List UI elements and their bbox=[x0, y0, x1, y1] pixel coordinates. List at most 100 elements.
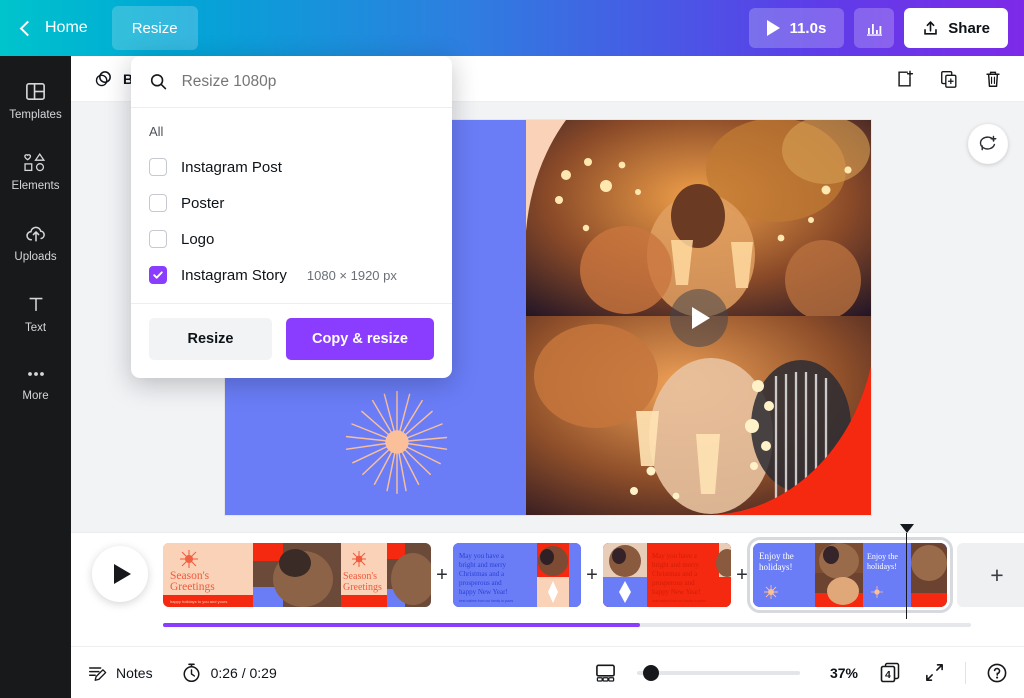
analytics-button[interactable] bbox=[854, 8, 895, 48]
svg-text:Enjoy the: Enjoy the bbox=[867, 552, 898, 561]
sidebar-item-text[interactable]: Text bbox=[0, 283, 71, 344]
svg-text:best wishes from our family to: best wishes from our family to yours bbox=[459, 599, 513, 603]
duration-play-button[interactable]: 11.0s bbox=[748, 8, 845, 48]
resize-option-instagram-story[interactable]: Instagram Story 1080 × 1920 px bbox=[131, 257, 452, 293]
sidebar-item-label: Templates bbox=[9, 109, 62, 121]
bar-chart-icon bbox=[866, 23, 882, 36]
slide-media-column bbox=[526, 120, 871, 515]
timeline-clip-4[interactable]: Enjoy the holidays! Enjoy the holidays! bbox=[747, 537, 953, 613]
insert-clip-after-2[interactable]: + bbox=[581, 564, 603, 587]
svg-text:bright and merry: bright and merry bbox=[459, 561, 507, 569]
resize-confirm-button[interactable]: Resize bbox=[149, 318, 272, 360]
timer-display[interactable]: 0:26 / 0:29 bbox=[181, 662, 277, 683]
insert-clip-after-3[interactable]: + bbox=[731, 564, 753, 587]
resize-button[interactable]: Resize bbox=[111, 6, 198, 50]
resize-dropdown-actions: Resize Copy & resize bbox=[131, 303, 452, 378]
home-button[interactable]: Home bbox=[0, 8, 104, 48]
checkbox-unchecked-icon[interactable] bbox=[149, 158, 167, 176]
add-page-tile[interactable]: + bbox=[957, 543, 1024, 607]
duplicate-page-button[interactable] bbox=[934, 64, 964, 94]
ellipsis-icon bbox=[27, 372, 44, 376]
share-label: Share bbox=[948, 19, 990, 37]
play-icon bbox=[692, 306, 710, 329]
playhead-line bbox=[906, 533, 907, 619]
add-page-button[interactable] bbox=[890, 64, 920, 94]
checkbox-checked-icon[interactable] bbox=[149, 266, 167, 284]
sidebar-item-label: Uploads bbox=[14, 251, 57, 263]
check-icon bbox=[153, 271, 163, 279]
top-bar: Home Resize 11.0s Share bbox=[0, 0, 1024, 56]
sidebar-item-label: Elements bbox=[11, 180, 60, 192]
resize-search-input[interactable] bbox=[181, 72, 434, 91]
timeline-clip-2[interactable]: May you have a bright and merry Christma… bbox=[453, 543, 581, 607]
delete-page-button[interactable] bbox=[978, 64, 1008, 94]
templates-grid-icon bbox=[26, 83, 45, 100]
media-top-frame bbox=[526, 120, 871, 316]
pages-count-button[interactable]: 4 bbox=[878, 661, 904, 685]
add-comment-icon bbox=[979, 135, 996, 150]
resize-group-label: All bbox=[149, 124, 164, 139]
checkbox-unchecked-icon[interactable] bbox=[149, 194, 167, 212]
resize-option-poster[interactable]: Poster bbox=[131, 185, 452, 221]
resize-option-instagram-post[interactable]: Instagram Post bbox=[131, 149, 452, 185]
playhead-knob[interactable] bbox=[900, 524, 914, 533]
bottom-right-controls: 37% 4 bbox=[594, 661, 1024, 685]
svg-text:May you have a: May you have a bbox=[459, 552, 505, 560]
duration-label: 11.0s bbox=[789, 19, 827, 37]
resize-option-label: Poster bbox=[181, 194, 225, 212]
checkbox-unchecked-icon[interactable] bbox=[149, 230, 167, 248]
presentation-view-button[interactable] bbox=[594, 662, 617, 683]
canva-editor-window: Home Resize 11.0s Share Templates Elemen… bbox=[0, 0, 1024, 698]
celebration-photo-top bbox=[526, 120, 871, 316]
canvas-play-button[interactable] bbox=[669, 288, 728, 347]
svg-text:May you have a: May you have a bbox=[652, 552, 698, 560]
svg-text:happy New Year!: happy New Year! bbox=[652, 588, 701, 596]
svg-text:happy holidays to you and your: happy holidays to you and yours bbox=[170, 599, 227, 604]
resize-option-logo[interactable]: Logo bbox=[131, 221, 452, 257]
copy-and-resize-button[interactable]: Copy & resize bbox=[286, 318, 434, 360]
chevron-left-icon bbox=[19, 20, 36, 36]
home-label: Home bbox=[45, 19, 88, 36]
sidebar-item-elements[interactable]: Elements bbox=[0, 141, 71, 202]
add-comment-button[interactable] bbox=[968, 124, 1008, 164]
resize-label: Resize bbox=[131, 19, 178, 37]
sidebar-item-templates[interactable]: Templates bbox=[0, 70, 71, 131]
bottom-status-bar: Notes 0:26 / 0:29 37% 4 bbox=[71, 646, 1024, 698]
add-page-icon bbox=[898, 70, 914, 87]
svg-text:Christmas and a: Christmas and a bbox=[459, 570, 505, 578]
sidebar-item-uploads[interactable]: Uploads bbox=[0, 212, 71, 273]
sidebar-item-more[interactable]: More bbox=[0, 354, 71, 412]
clip-1-art: Season's Greetings happy holidays to you… bbox=[163, 543, 431, 607]
top-bar-actions: 11.0s Share bbox=[748, 8, 1024, 48]
zoom-slider[interactable] bbox=[637, 664, 800, 681]
resize-option-label: Instagram Story bbox=[181, 266, 287, 284]
share-button[interactable]: Share bbox=[904, 8, 1008, 48]
timeline-progress-track[interactable] bbox=[163, 623, 971, 627]
resize-option-label: Logo bbox=[181, 230, 215, 248]
clip-thumbnail: Season's Greetings happy holidays to you… bbox=[163, 543, 431, 607]
fullscreen-button[interactable] bbox=[924, 662, 945, 683]
divider bbox=[965, 661, 966, 684]
expand-arrows-icon bbox=[926, 664, 943, 681]
clip-thumbnail: May you have a bright and merry Christma… bbox=[453, 543, 581, 607]
svg-text:happy New Year!: happy New Year! bbox=[459, 588, 508, 596]
duplicate-page-icon bbox=[941, 70, 957, 88]
insert-clip-after-1[interactable]: + bbox=[431, 564, 453, 587]
text-t-icon bbox=[29, 297, 42, 311]
notes-button[interactable]: Notes bbox=[87, 663, 153, 683]
svg-text:Greetings: Greetings bbox=[343, 582, 382, 593]
timeline-clip-1[interactable]: Season's Greetings happy holidays to you… bbox=[163, 543, 431, 607]
trash-icon bbox=[986, 71, 1000, 87]
stopwatch-icon bbox=[183, 663, 200, 683]
time-label: 0:26 / 0:29 bbox=[210, 664, 277, 681]
left-sidebar: Templates Elements Uploads Text More bbox=[0, 56, 71, 698]
resize-option-dimensions: 1080 × 1920 px bbox=[306, 267, 397, 283]
notes-label: Notes bbox=[116, 664, 153, 681]
clip-thumbnail: Enjoy the holidays! Enjoy the holidays! bbox=[753, 543, 947, 607]
timeline-clip-3[interactable]: May you have a bright and merry Christma… bbox=[603, 543, 731, 607]
help-button[interactable] bbox=[986, 662, 1008, 684]
svg-text:Enjoy the: Enjoy the bbox=[759, 551, 794, 561]
clip-3-art: May you have a bright and merry Christma… bbox=[603, 543, 731, 607]
timeline-play-button[interactable] bbox=[92, 546, 148, 602]
zoom-slider-knob[interactable] bbox=[643, 664, 659, 681]
